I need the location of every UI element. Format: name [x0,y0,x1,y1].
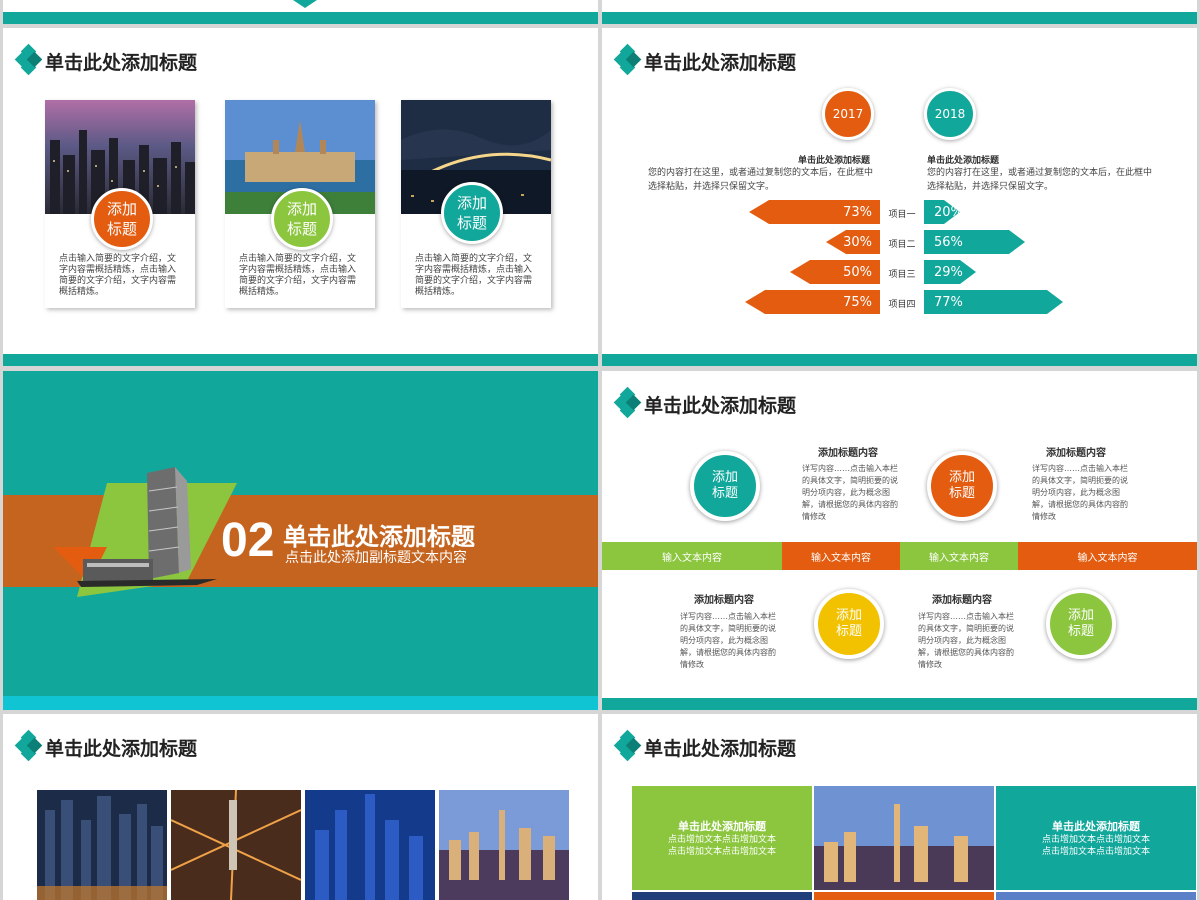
section-number: 02 [221,514,275,567]
card-badge[interactable]: 添加 标题 [91,188,153,250]
bar-right: 29% [924,260,976,284]
bar-right: 56% [924,230,1025,254]
text-tile-2[interactable]: 单击此处添加标题 点击增加文本点击增加文本 点击增加文本点击增加文本 [996,786,1196,890]
logo-icon [14,729,43,762]
tile-body: 点击增加文本点击增加文本 点击增加文本点击增加文本 [1041,835,1150,857]
title-text: 单击此处添加标题 [644,394,797,417]
node-text: 详写内容……点击输入本栏的具体文字，简明扼要的说明分项内容，此为概念图解，请根据… [1032,464,1128,521]
city-photo-4 [439,790,569,900]
bottom-stripe [3,696,598,710]
building-graphic [53,467,237,597]
footer-bar [602,698,1197,710]
bar-left: 73% [749,200,880,224]
slide-title: 单击此处添加标题 [613,43,797,76]
bar-category-label: 项目一 [888,210,916,220]
timeline-node-4[interactable]: 添加 标题 [1046,589,1116,659]
tile-title: 单击此处添加标题 [1052,820,1140,833]
tile-row-2 [996,892,1196,900]
title-text: 单击此处添加标题 [644,51,797,74]
bar-category-label: 项目二 [888,240,916,250]
bar-category-label: 项目三 [888,270,916,280]
arrow-marker [293,0,317,8]
node-heading: 添加标题内容 [818,448,878,459]
tile-body: 点击增加文本点击增加文本 点击增加文本点击增加文本 [667,835,776,857]
node-heading: 添加标题内容 [932,595,992,606]
slide-title: 单击此处添加标题 [613,386,797,419]
tile-title: 单击此处添加标题 [678,820,766,833]
footer-bar [602,354,1197,366]
tile-row-2 [814,892,994,900]
slide-title: 单击此处添加标题 [14,729,198,762]
slide-top-right-partial[interactable] [602,0,1197,24]
city-photo-1 [37,790,167,900]
timeline-node-2[interactable]: 添加 标题 [927,451,997,521]
node-text: 详写内容……点击输入本栏的具体文字，简明扼要的说明分项内容，此为概念图解，请根据… [680,612,776,669]
bar-left: 30% [826,230,880,254]
right-heading: 单击此处添加标题 [927,156,1000,166]
logo-icon [613,386,642,419]
title-text: 单击此处添加标题 [45,737,198,760]
card-description: 点击输入简要的文字介绍，文字内容需概括精炼，点击输入简要的文字介绍，文字内容需概… [59,254,177,297]
card-badge[interactable]: 添加 标题 [271,188,333,250]
timeline-segment-4[interactable]: 输入文本内容 [1018,542,1197,570]
section-subtitle[interactable]: 点击此处添加副标题文本内容 [285,547,467,567]
timeline-segment-3[interactable]: 输入文本内容 [900,542,1018,570]
timeline-segment-2[interactable]: 输入文本内容 [782,542,900,570]
footer-bar [3,354,598,366]
slide-title: 单击此处添加标题 [613,729,797,762]
text-tile-1[interactable]: 单击此处添加标题 点击增加文本点击增加文本 点击增加文本点击增加文本 [632,786,812,890]
slide-tiles[interactable]: 单击此处添加标题 单击此处添加标题 点击增加文本点击增加文本 点击增加文本点击增… [602,714,1197,900]
slide-top-left-partial[interactable] [3,0,598,24]
right-paragraph: 您的内容打在这里，或者通过复制您的文本后，在此框中选择粘贴，并选择只保留文字。 [927,168,1153,192]
year-badge-left[interactable]: 2017 [822,88,874,140]
card-2[interactable]: 添加 标题 点击输入简要的文字介绍，文字内容需概括精炼，点击输入简要的文字介绍，… [225,100,375,308]
year-badge-right[interactable]: 2018 [924,88,976,140]
logo-icon [14,43,43,76]
logo-icon [613,43,642,76]
bar-category-label: 项目四 [888,300,916,310]
bar-right: 20% [924,200,960,224]
slide-photo-cards[interactable]: 单击此处添加标题 添加 标题 点击输入简要的文字介绍，文字内容需概括精炼，点击输… [3,28,598,366]
logo-icon [613,729,642,762]
node-text: 详写内容……点击输入本栏的具体文字，简明扼要的说明分项内容，此为概念图解，请根据… [918,612,1014,669]
card-description: 点击输入简要的文字介绍，文字内容需概括精炼，点击输入简要的文字介绍，文字内容需概… [415,254,533,297]
city-photo-3 [305,790,435,900]
city-photo-tile [814,786,994,890]
title-text: 单击此处添加标题 [45,51,198,74]
bar-left: 50% [790,260,880,284]
node-heading: 添加标题内容 [694,595,754,606]
left-heading: 单击此处添加标题 [798,156,871,166]
node-text: 详写内容……点击输入本栏的具体文字，简明扼要的说明分项内容，此为概念图解，请根据… [802,464,898,521]
timeline-segment-1[interactable]: 输入文本内容 [602,542,782,570]
card-1[interactable]: 添加 标题 点击输入简要的文字介绍，文字内容需概括精炼，点击输入简要的文字介绍，… [45,100,195,308]
slide-compare-bars[interactable]: 单击此处添加标题 2017 2018 单击此处添加标题 单击此处添加标题 您的内… [602,28,1197,366]
card-badge[interactable]: 添加 标题 [441,182,503,244]
timeline-node-3[interactable]: 添加 标题 [814,589,884,659]
card-description: 点击输入简要的文字介绍，文字内容需概括精炼，点击输入简要的文字介绍，文字内容需概… [239,254,357,297]
tile-row-2 [632,892,812,900]
left-paragraph: 您的内容打在这里，或者通过复制您的文本后，在此框中选择粘贴，并选择只保留文字。 [648,168,874,192]
title-text: 单击此处添加标题 [644,737,797,760]
city-photo-2 [171,790,301,900]
bar-left: 75% [745,290,880,314]
slide-title: 单击此处添加标题 [14,43,198,76]
node-heading: 添加标题内容 [1046,448,1106,459]
slide-photo-strip[interactable]: 单击此处添加标题 [3,714,598,900]
slide-section-divider[interactable]: 02 单击此处添加标题 点击此处添加副标题文本内容 [3,371,598,710]
timeline-node-1[interactable]: 添加 标题 [690,451,760,521]
card-3[interactable]: 添加 标题 点击输入简要的文字介绍，文字内容需概括精炼，点击输入简要的文字介绍，… [401,100,551,308]
bar-right: 77% [924,290,1063,314]
slide-timeline[interactable]: 单击此处添加标题 输入文本内容 输入文本内容 输入文本内容 输入文本内容 添加 … [602,371,1197,710]
